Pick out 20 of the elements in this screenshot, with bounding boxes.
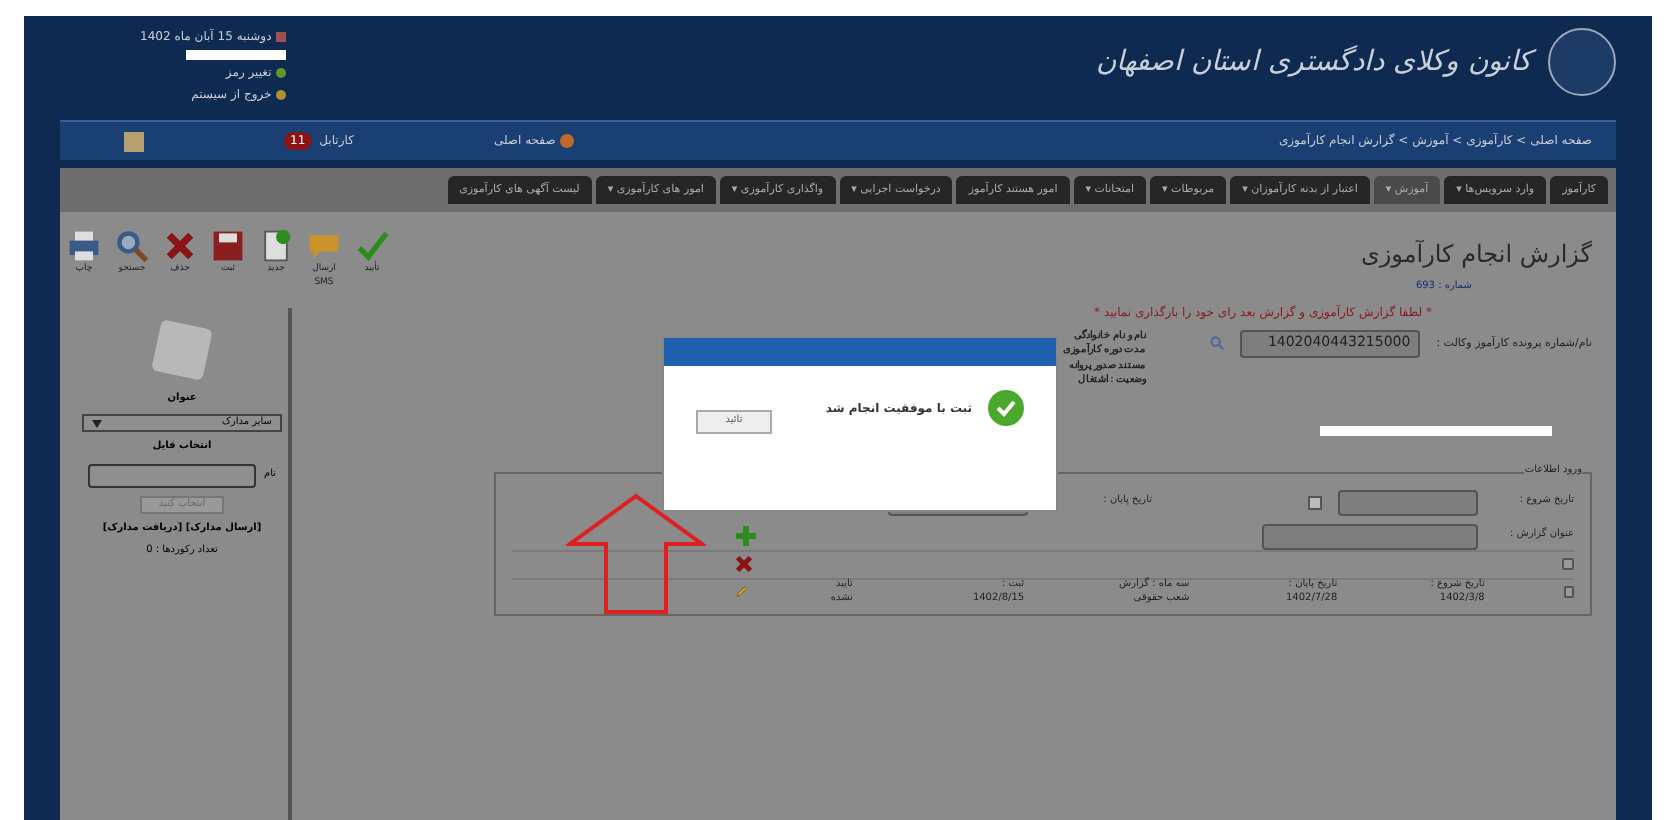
success-check-icon — [988, 390, 1024, 426]
report-title-field[interactable] — [1262, 523, 1478, 549]
emblem-icon — [1548, 28, 1616, 96]
new-document-icon — [258, 228, 294, 264]
delete-icon — [162, 228, 198, 264]
page-title: گزارش انجام کارآموزی — [1358, 238, 1592, 272]
name-field[interactable] — [88, 463, 256, 487]
caret-icon — [92, 419, 102, 427]
pencil-icon[interactable] — [736, 584, 747, 600]
delete-icon[interactable] — [736, 556, 752, 572]
row-checkbox[interactable] — [1564, 586, 1574, 598]
redaction-bar — [185, 50, 286, 60]
search-icon — [114, 228, 150, 264]
check-icon — [354, 228, 390, 264]
row-checkbox[interactable] — [1562, 558, 1574, 570]
logo-text: کانون وکلای دادگستری استان اصفهان — [1096, 41, 1532, 83]
printer-icon — [66, 228, 102, 264]
search-icon[interactable] — [1210, 335, 1225, 349]
arrow-icon — [566, 492, 706, 616]
start-date-field[interactable] — [1338, 489, 1478, 515]
